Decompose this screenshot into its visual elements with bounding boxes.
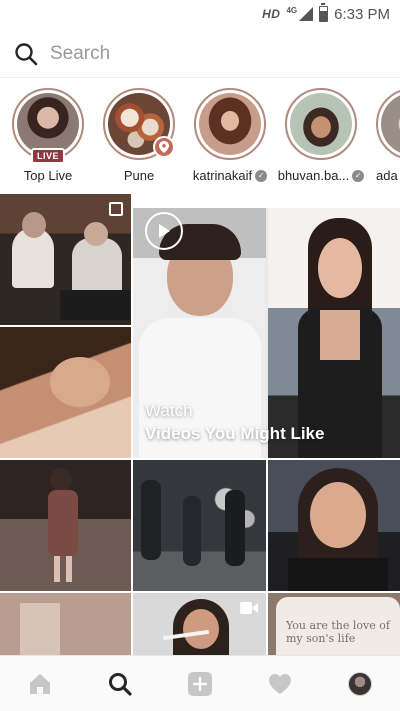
story-ring	[103, 88, 175, 160]
videos-you-might-like-label: Videos You Might Like	[145, 424, 325, 443]
search-icon	[109, 672, 132, 696]
home-icon	[30, 673, 50, 694]
post-musicians-studio[interactable]	[0, 194, 131, 325]
video-promo-caption: Watch Videos You Might Like	[145, 401, 324, 444]
nav-add-post[interactable]	[180, 664, 220, 704]
profile-avatar	[348, 671, 372, 696]
post-partial-1[interactable]	[0, 593, 131, 656]
nav-home[interactable]	[20, 664, 60, 704]
avatar	[381, 93, 400, 155]
post-dancers[interactable]	[133, 460, 266, 591]
watch-label: Watch	[145, 401, 193, 420]
story-label: Top Live	[23, 168, 73, 183]
bottom-navigation	[0, 655, 400, 711]
story-bhuvan[interactable]: bhuvan.ba... ✓	[275, 88, 367, 183]
post-woman-portrait[interactable]	[0, 327, 131, 458]
network-type: 4G	[286, 6, 298, 15]
search-icon	[15, 42, 38, 65]
post-mug-quote[interactable]: You are the love of my son's life	[268, 593, 400, 656]
avatar	[290, 93, 352, 155]
hd-indicator: HD	[262, 7, 281, 21]
post-woman-smiling[interactable]	[268, 460, 400, 591]
story-label: ada	[376, 168, 398, 183]
story-ada[interactable]: ada	[366, 88, 400, 183]
signal-icon	[299, 7, 314, 21]
live-badge: LIVE	[30, 148, 66, 164]
story-katrinakaif[interactable]: katrinakaif ✓	[184, 88, 276, 183]
story-top-live[interactable]: LIVE Top Live	[2, 88, 94, 183]
battery-icon	[319, 3, 329, 22]
story-ring	[285, 88, 357, 160]
video-icon	[240, 601, 258, 615]
avatar	[17, 93, 79, 155]
post-woman-toothbrush[interactable]	[133, 593, 266, 656]
story-label: Pune	[123, 168, 155, 183]
play-icon[interactable]	[145, 212, 183, 250]
location-pin-icon	[153, 136, 175, 158]
multiple-posts-icon	[109, 202, 123, 216]
heart-icon	[269, 673, 291, 694]
story-ring	[194, 88, 266, 160]
verified-icon: ✓	[255, 169, 268, 182]
mug-quote-text: You are the love of my son's life	[286, 619, 390, 645]
post-woman-dress[interactable]	[0, 460, 131, 591]
story-ring	[376, 88, 400, 160]
story-label: bhuvan.ba...	[277, 168, 350, 183]
status-bar: HD 4G 6:33 PM	[0, 0, 400, 28]
explore-grid: Watch Videos You Might Like You are the …	[0, 194, 400, 656]
search-bar[interactable]	[0, 30, 400, 78]
nav-activity[interactable]	[260, 664, 300, 704]
avatar	[199, 93, 261, 155]
clock: 6:33 PM	[334, 5, 390, 23]
story-ring: LIVE	[12, 88, 84, 164]
verified-icon: ✓	[352, 169, 365, 182]
search-input[interactable]	[50, 42, 350, 65]
story-pune[interactable]: Pune	[93, 88, 185, 183]
nav-search[interactable]	[100, 664, 140, 704]
stories-row: LIVE Top Live Pune katrinakaif ✓ bhuvan.b…	[0, 88, 400, 192]
add-post-icon	[188, 671, 212, 696]
nav-profile[interactable]	[340, 664, 380, 704]
post-video-promo[interactable]: Watch Videos You Might Like	[133, 208, 400, 458]
story-label: katrinakaif	[192, 168, 253, 183]
